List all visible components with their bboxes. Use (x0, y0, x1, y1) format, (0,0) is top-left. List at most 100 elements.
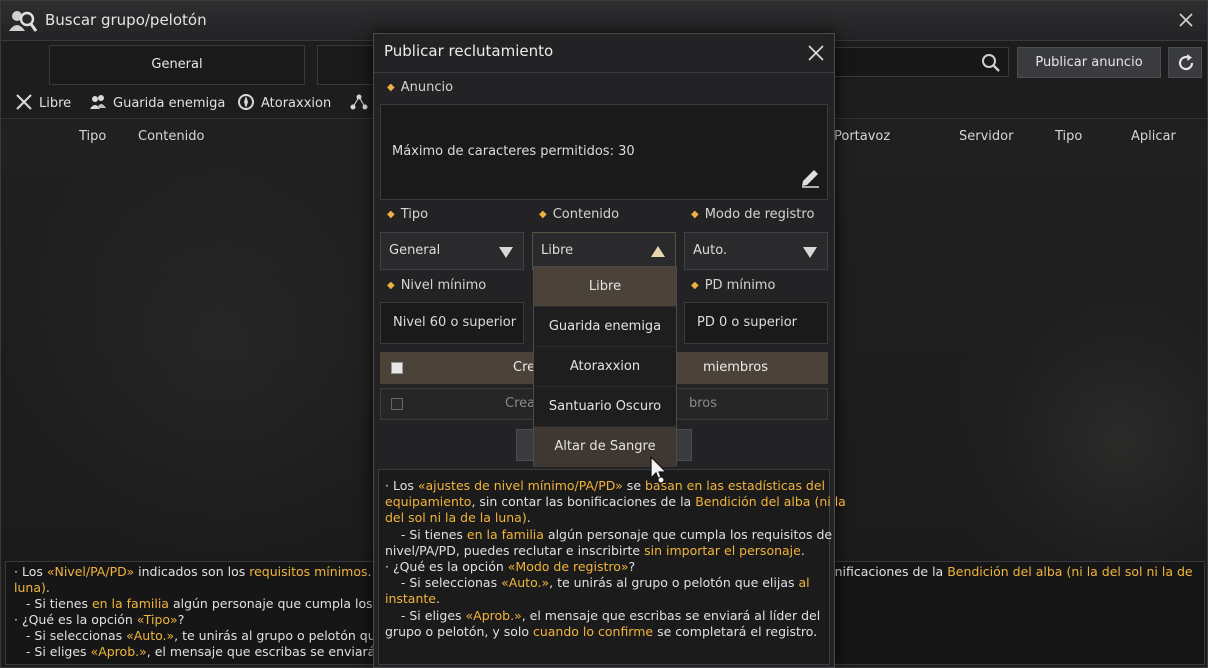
note-line: - Si seleccionas «Auto.», te unirás al g… (385, 575, 823, 591)
note-text: se (622, 478, 645, 493)
highlight-text: «Aprob.» (465, 607, 522, 623)
highlight-text: instante (385, 591, 436, 607)
highlight-text: «ajustes de nivel mínimo/PA/PD» (417, 478, 623, 493)
option1-right: miembros (703, 360, 768, 375)
note-text: - Si eliges (14, 644, 91, 659)
modo-select-value: Auto. (693, 243, 728, 258)
tipo-select-value: General (389, 243, 441, 258)
note-text: grupo o pelotón, y solo (385, 623, 533, 639)
note-text: · ¿Qué es la opción (14, 612, 137, 627)
chevron-down-icon (499, 247, 513, 258)
compass-icon (238, 94, 254, 110)
announcement-label: ◆ Anuncio (387, 80, 454, 95)
note-line: · ¿Qué es la opción «Modo de registro»? (385, 559, 823, 575)
highlight-text: luna) (14, 580, 46, 595)
window-title: Buscar grupo/pelotón (45, 11, 207, 29)
note-text: . (45, 580, 50, 595)
highlight-text: sin importar el personaje (644, 542, 801, 558)
refresh-button[interactable] (1168, 47, 1202, 78)
filter-atoraxxion[interactable]: Atoraxxion (237, 93, 331, 113)
note-line: · Los «ajustes de nivel mínimo/PA/PD» se… (385, 478, 825, 494)
note-text: ? (177, 612, 185, 627)
dropdown-item-libre[interactable]: Libre (534, 267, 676, 307)
note-line: - Si eliges «Aprob.», el mensaje que esc… (385, 608, 823, 624)
tipo-label-text: Tipo (400, 207, 429, 222)
tipo-label: ◆ Tipo (387, 207, 429, 222)
tab-general[interactable]: General (49, 45, 305, 85)
pd-label-text: PD mínimo (704, 278, 776, 293)
pd-label: ◆ PD mínimo (691, 278, 776, 293)
dropdown-item-guarida[interactable]: Guarida enemiga (534, 307, 676, 347)
note-line: del sol ni la de la luna). (385, 510, 823, 526)
checkbox[interactable] (391, 398, 403, 410)
highlight-text: cuando lo confirme (532, 623, 654, 639)
nivel-field[interactable]: Nivel 60 o superior (380, 302, 524, 344)
highlight-text: «Nivel/PA/PD» (46, 564, 135, 579)
filter-more[interactable] (350, 93, 374, 113)
tab-general-label: General (151, 57, 203, 72)
publish-recruitment-dialog: Publicar reclutamiento ◆ Anuncio Máximo d… (373, 33, 846, 668)
col-portavoz: Portavoz (834, 129, 891, 144)
checkbox[interactable] (391, 362, 403, 374)
note-line: nivel/PA/PD, puedes reclutar e inscribir… (385, 543, 823, 559)
note-text: - Si eliges (385, 607, 466, 623)
close-icon[interactable] (1175, 9, 1197, 31)
announcement-input[interactable]: Máximo de caracteres permitidos: 30 (380, 104, 828, 200)
note-text: bonificaciones de la (819, 564, 948, 579)
highlight-text: «Aprob.» (90, 644, 147, 659)
filter-libre[interactable]: Libre (15, 93, 71, 113)
highlight-text: equipamiento (385, 494, 472, 510)
swords-icon (16, 94, 32, 110)
tab-secondary[interactable] (317, 45, 377, 85)
note-text: . (526, 510, 531, 526)
contenido-select[interactable]: Libre (532, 232, 676, 270)
modo-label: ◆ Modo de registro (691, 207, 815, 222)
col-contenido: Contenido (138, 129, 205, 144)
dropdown-item-santuario[interactable]: Santuario Oscuro (534, 387, 676, 427)
chevron-up-icon (651, 246, 665, 257)
note-text: · ¿Qué es la opción (385, 559, 508, 575)
note-text: . (435, 591, 440, 607)
highlight-text: requisitos mínimos (249, 564, 368, 579)
highlight-text: «Auto.» (501, 575, 550, 591)
note-line: equipamiento, sin contar las bonificacio… (385, 494, 846, 510)
option2-left: Crea (505, 396, 536, 411)
pd-field[interactable]: PD 0 o superior (684, 302, 828, 344)
contenido-dropdown-list: Libre Guarida enemiga Atoraxxion Santuar… (533, 266, 677, 467)
tipo-select[interactable]: General (380, 232, 524, 270)
publish-ad-button[interactable]: Publicar anuncio (1017, 47, 1161, 78)
dialog-info-panel: · Los «ajustes de nivel mínimo/PA/PD» se… (378, 469, 846, 665)
contenido-select-value: Libre (541, 243, 574, 258)
close-icon[interactable] (807, 44, 825, 62)
highlight-text: Bendición del alba (ni la del sol ni la … (947, 564, 1196, 579)
dropdown-item-atoraxxion[interactable]: Atoraxxion (534, 347, 676, 387)
modo-select[interactable]: Auto. (684, 232, 828, 270)
note-text: algún personaje que cumpla los requisito… (543, 526, 833, 542)
note-text: - Si seleccionas (14, 628, 127, 643)
col-tipo: Tipo (79, 129, 107, 144)
highlight-text: «Auto.» (126, 628, 175, 643)
option2-right: bros (689, 396, 718, 411)
note-text: , te unirás al grupo o pelotón que elija… (549, 575, 799, 591)
network-icon (350, 94, 368, 110)
col-tipo-right: Tipo (1055, 129, 1083, 144)
note-text: · Los (14, 564, 47, 579)
note-text: - Si tienes (385, 526, 467, 542)
highlight-text: en la familia (91, 596, 169, 611)
filter-guarida[interactable]: Guarida enemiga (89, 93, 225, 113)
party-search-icon (9, 11, 38, 32)
pd-field-value: PD 0 o superior (697, 315, 797, 330)
filter-libre-label: Libre (39, 96, 72, 111)
nivel-field-value: Nivel 60 o superior (393, 315, 517, 330)
announcement-placeholder: Máximo de caracteres permitidos: 30 (392, 144, 635, 159)
note-text: se completará el registro. (653, 623, 818, 639)
note-line: grupo o pelotón, y solo cuando lo confir… (385, 624, 823, 640)
pencil-icon[interactable] (799, 167, 821, 189)
note-text: - Si seleccionas (385, 575, 502, 591)
modo-label-text: Modo de registro (704, 207, 815, 222)
contenido-label-text: Contenido (552, 207, 620, 222)
highlight-text: Bendición del alba (ni la (695, 494, 846, 510)
search-icon[interactable] (980, 52, 1002, 74)
note-text: , te unirás al grupo o pelotón que (174, 628, 384, 643)
mouse-cursor-icon (650, 456, 668, 484)
